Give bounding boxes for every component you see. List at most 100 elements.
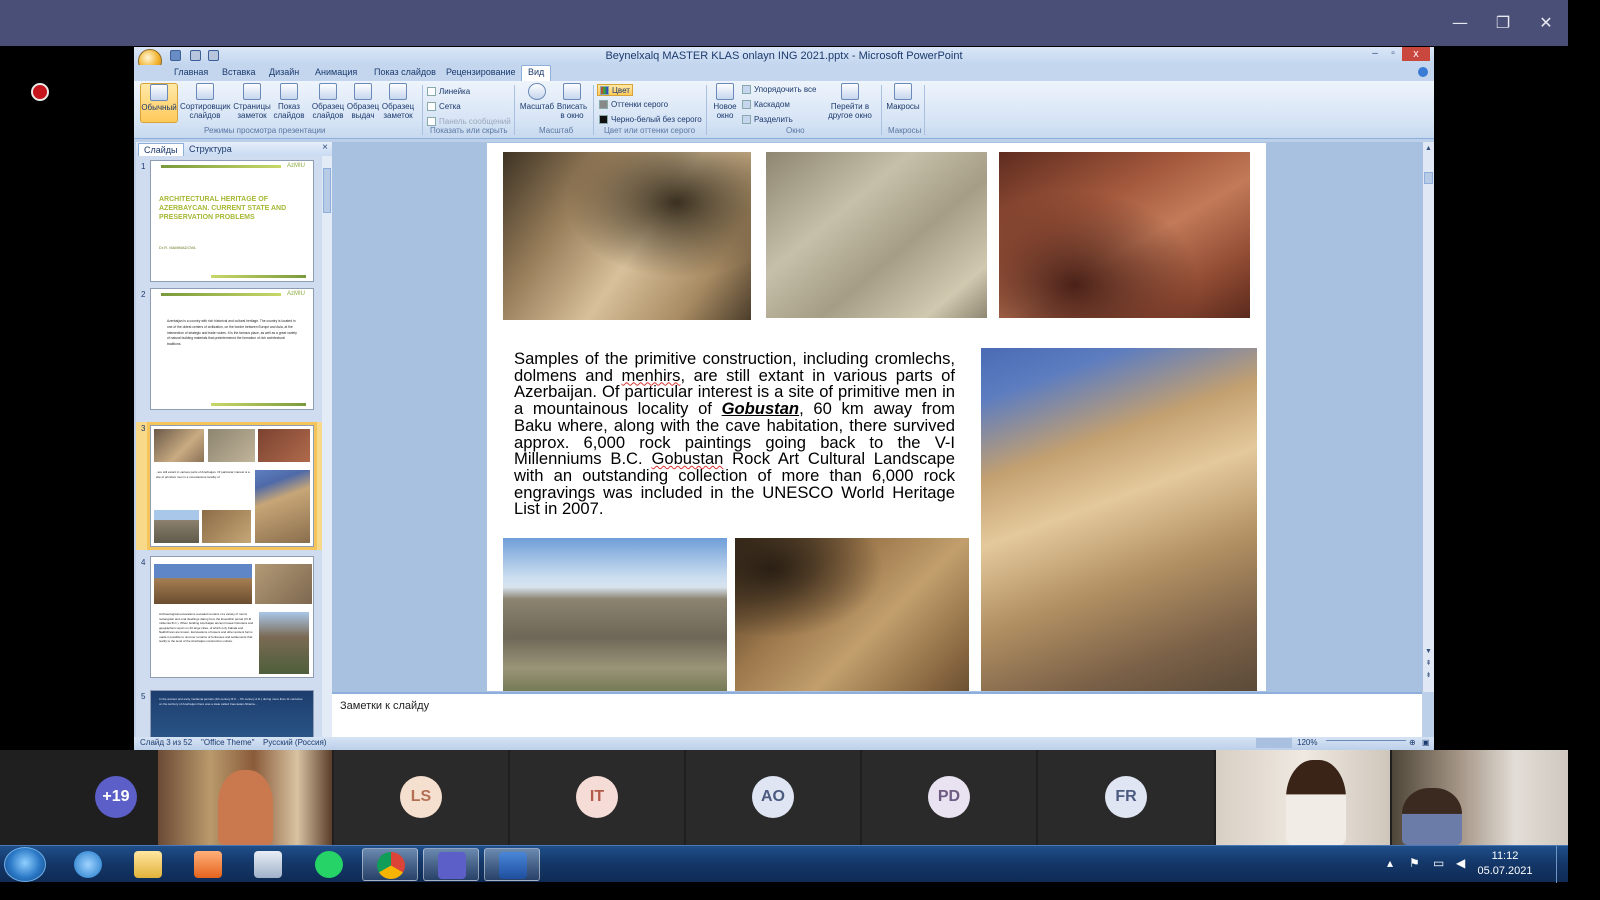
slide-thumbnail[interactable]: In the ancient and early medieval period… bbox=[150, 690, 314, 742]
tab-design[interactable]: Дизайн bbox=[269, 67, 299, 77]
notes-pane[interactable]: Заметки к слайду bbox=[332, 692, 1422, 742]
tab-slides[interactable]: Слайды bbox=[138, 143, 184, 156]
arrange-all-button[interactable]: Упорядочить все bbox=[742, 84, 816, 96]
tab-insert[interactable]: Вставка bbox=[222, 67, 255, 77]
zoom-level[interactable]: 120% bbox=[1297, 738, 1317, 747]
avatar[interactable]: FR bbox=[1105, 776, 1147, 818]
zoom-slider[interactable] bbox=[1326, 740, 1406, 746]
scroll-down-icon[interactable]: ▼ bbox=[1424, 647, 1433, 656]
fit-slide-icon[interactable]: ▣ bbox=[1422, 738, 1430, 747]
show-desktop-button[interactable] bbox=[1556, 846, 1568, 883]
tab-slideshow[interactable]: Показ слайдов bbox=[374, 67, 436, 77]
help-icon[interactable] bbox=[1418, 67, 1428, 77]
whatsapp-button[interactable] bbox=[301, 848, 357, 881]
tab-animation[interactable]: Анимация bbox=[315, 67, 357, 77]
thumbnail-slide-2[interactable]: 2 AzMIU Azerbaijan is a country with ric… bbox=[136, 288, 322, 416]
slideshow-button[interactable]: Показ слайдов bbox=[272, 83, 306, 123]
tab-view[interactable]: Вид bbox=[521, 65, 552, 81]
participant-silhouette bbox=[218, 770, 273, 845]
current-slide[interactable]: Samples of the primitive construction, i… bbox=[487, 143, 1266, 691]
slide-thumbnail-selected[interactable]: , are still extant in various parts of A… bbox=[147, 422, 317, 550]
chrome-button[interactable] bbox=[362, 848, 418, 881]
media-player-button[interactable] bbox=[180, 848, 236, 881]
participant-tile-pd[interactable]: PD bbox=[862, 750, 1036, 845]
close-pane-icon[interactable]: × bbox=[322, 142, 328, 153]
action-center-flag-icon[interactable]: ⚑ bbox=[1409, 856, 1420, 870]
pure-bw-button[interactable]: Черно-белый без серого bbox=[599, 114, 702, 126]
notes-page-button[interactable]: Страницы заметок bbox=[233, 83, 271, 123]
cascade-button[interactable]: Каскадом bbox=[742, 99, 790, 111]
thumbnail-slide-4[interactable]: 4 Archaeological excavations revealed re… bbox=[136, 556, 322, 684]
tab-outline[interactable]: Структура bbox=[184, 143, 237, 156]
slide-body-text[interactable]: Samples of the primitive construction, i… bbox=[514, 350, 955, 518]
minimize-icon[interactable]: — bbox=[1445, 10, 1475, 36]
thumbnail-slide-3[interactable]: 3 , are still extant in various parts of… bbox=[136, 422, 322, 550]
redo-icon[interactable] bbox=[208, 50, 219, 61]
avatar[interactable]: AO bbox=[752, 776, 794, 818]
undo-icon[interactable] bbox=[190, 50, 201, 61]
internet-explorer-button[interactable] bbox=[60, 848, 116, 881]
windows-start-icon[interactable] bbox=[4, 847, 46, 882]
calculator-button[interactable] bbox=[240, 848, 296, 881]
handout-master-button[interactable]: Образец выдач bbox=[346, 83, 380, 123]
participant-tile-ao[interactable]: AO bbox=[686, 750, 860, 845]
ruler-checkbox[interactable]: Линейка bbox=[427, 86, 470, 98]
slide-thumbnail[interactable]: Archaeological excavations revealed rema… bbox=[150, 556, 314, 678]
participant-video[interactable] bbox=[1392, 750, 1568, 845]
slide-thumbnail[interactable]: AzMIU Azerbaijan is a country with rich … bbox=[150, 288, 314, 410]
ppt-restore-icon[interactable]: ▫ bbox=[1384, 47, 1402, 61]
language-indicator[interactable]: Русский (Россия) bbox=[263, 738, 326, 747]
switch-windows-button[interactable]: Перейти в другое окно bbox=[822, 83, 878, 123]
slide-number: 3 bbox=[141, 424, 146, 433]
overflow-tile[interactable]: +19 bbox=[0, 750, 158, 845]
slide-thumbnail[interactable]: AzMIU ARCHITECTURAL HERITAGE OF AZERBAYC… bbox=[150, 160, 314, 282]
zoom-button[interactable]: Масштаб bbox=[519, 83, 555, 123]
save-icon[interactable] bbox=[170, 50, 181, 61]
network-icon[interactable]: ▭ bbox=[1433, 856, 1444, 870]
scroll-thumb[interactable] bbox=[323, 168, 331, 213]
fit-to-window-button[interactable]: Вписать в окно bbox=[555, 83, 589, 123]
prev-slide-icon[interactable]: ⇞ bbox=[1424, 659, 1433, 668]
teams-button[interactable] bbox=[423, 848, 479, 881]
pane-scrollbar[interactable] bbox=[322, 156, 332, 742]
next-slide-icon[interactable]: ⇟ bbox=[1424, 671, 1433, 680]
restore-icon[interactable]: ❐ bbox=[1488, 10, 1518, 36]
tray-expand-icon[interactable]: ▴ bbox=[1387, 856, 1393, 870]
ppt-close-icon[interactable]: x bbox=[1402, 47, 1430, 61]
split-button[interactable]: Разделить bbox=[742, 114, 793, 126]
normal-view-button[interactable]: Обычный bbox=[140, 83, 178, 123]
close-icon[interactable]: ✕ bbox=[1531, 10, 1561, 36]
thumbnail-slide-5[interactable]: 5 In the ancient and early medieval peri… bbox=[136, 690, 322, 742]
participant-tile-it[interactable]: IT bbox=[510, 750, 684, 845]
scroll-thumb[interactable] bbox=[1424, 172, 1433, 184]
avatar[interactable]: LS bbox=[400, 776, 442, 818]
overflow-count[interactable]: +19 bbox=[95, 776, 137, 818]
volume-icon[interactable]: ◀ bbox=[1456, 856, 1465, 870]
system-clock[interactable]: 11:12 05.07.2021 bbox=[1470, 849, 1540, 879]
slide-sorter-button[interactable]: Сортировщик слайдов bbox=[180, 83, 230, 123]
grayscale-button[interactable]: Оттенки серого bbox=[599, 99, 668, 111]
file-explorer-button[interactable] bbox=[120, 848, 176, 881]
tab-review[interactable]: Рецензирование bbox=[446, 67, 516, 77]
view-buttons[interactable] bbox=[1256, 738, 1292, 748]
avatar[interactable]: PD bbox=[928, 776, 970, 818]
participant-tile-ls[interactable]: LS bbox=[334, 750, 508, 845]
slide-master-button[interactable]: Образец слайдов bbox=[310, 83, 346, 123]
notes-placeholder: Заметки к слайду bbox=[340, 700, 430, 712]
tab-home[interactable]: Главная bbox=[174, 67, 208, 77]
grid-checkbox[interactable]: Сетка bbox=[427, 101, 461, 113]
participant-video[interactable] bbox=[1216, 750, 1390, 845]
participant-tile-fr[interactable]: FR bbox=[1038, 750, 1214, 845]
scroll-up-icon[interactable]: ▲ bbox=[1424, 144, 1433, 153]
ppt-minimize-icon[interactable]: – bbox=[1366, 47, 1384, 61]
notes-master-button[interactable]: Образец заметок bbox=[380, 83, 416, 123]
new-window-button[interactable]: Новое окно bbox=[710, 83, 740, 123]
color-button[interactable]: Цвет bbox=[597, 84, 633, 96]
participant-video[interactable] bbox=[158, 750, 332, 845]
slide-scrollbar[interactable]: ▲ ▼ ⇞ ⇟ bbox=[1422, 142, 1434, 692]
macros-button[interactable]: Макросы bbox=[886, 83, 920, 123]
word-button[interactable] bbox=[484, 848, 540, 881]
zoom-in-icon[interactable]: ⊕ bbox=[1409, 738, 1416, 747]
avatar[interactable]: IT bbox=[576, 776, 618, 818]
thumbnail-slide-1[interactable]: 1 AzMIU ARCHITECTURAL HERITAGE OF AZERBA… bbox=[136, 160, 322, 288]
